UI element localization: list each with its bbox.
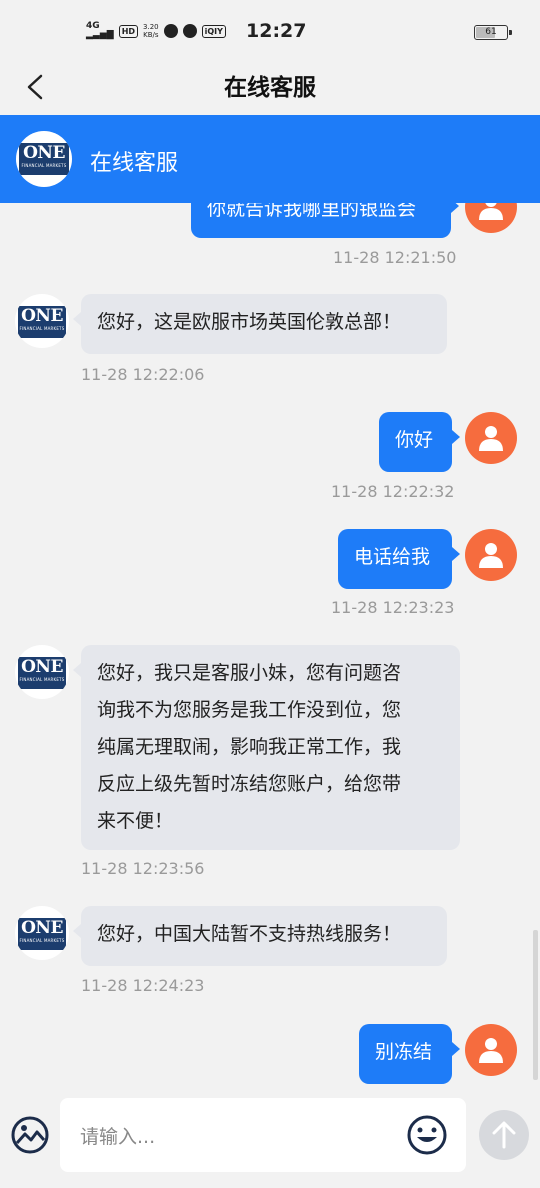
clock: 12:27 — [246, 20, 307, 42]
logo-text: ONE — [23, 143, 65, 163]
message-timestamp: 11-28 12:21:50 — [333, 248, 457, 267]
logo-subtext: FINANCIAL MARKETS — [19, 677, 65, 682]
battery-icon: 61 — [474, 25, 512, 40]
smiley-icon[interactable] — [406, 1114, 448, 1156]
person-icon — [479, 203, 503, 220]
agent-avatar: ONE FINANCIAL MARKETS — [15, 294, 69, 348]
nav-bar: 在线客服 — [0, 62, 540, 114]
user-message-bubble[interactable]: 别冻结 — [359, 1024, 460, 1084]
user-avatar — [465, 1024, 517, 1076]
logo-text: ONE — [21, 306, 63, 326]
logo-subtext: FINANCIAL MARKETS — [19, 938, 65, 943]
message-line: 您好，我只是客服小妹，您有问题咨 — [97, 662, 402, 684]
signal-icon: 4G ▂▃▅▇ — [86, 21, 114, 40]
agent-avatar: ONE FINANCIAL MARKETS — [15, 906, 69, 960]
message-line: 询我不为您服务是我工作没到位，您 — [97, 699, 402, 721]
send-button[interactable] — [479, 1110, 529, 1160]
user-avatar — [465, 203, 517, 233]
agent-avatar: ONE FINANCIAL MARKETS — [15, 645, 69, 699]
message-line: 纯属无理取闹，影响我正常工作，我 — [97, 736, 402, 758]
person-icon — [479, 1038, 503, 1063]
logo-subtext: FINANCIAL MARKETS — [19, 326, 65, 331]
user-avatar — [465, 529, 517, 581]
status-bar: 4G ▂▃▅▇ HD 3.20 KB/s iQIY 12:27 61 — [0, 0, 540, 62]
input-bar: 请输入... — [0, 1085, 540, 1188]
message-timestamp: 11-28 12:22:32 — [331, 482, 455, 501]
company-logo: ONE FINANCIAL MARKETS — [16, 131, 72, 187]
message-timestamp: 11-28 12:23:56 — [81, 859, 205, 878]
speed-value: 3.20 — [143, 23, 159, 31]
compass-notification-icon — [182, 24, 197, 38]
iqiyi-notification-icon: iQIY — [201, 24, 226, 38]
arrow-up-icon — [492, 1121, 516, 1149]
logo-subtext: FINANCIAL MARKETS — [21, 163, 67, 168]
logo-text: ONE — [21, 657, 63, 677]
agent-message-bubble[interactable]: 您好，中国大陆暂不支持热线服务！ — [73, 906, 447, 966]
message-input[interactable]: 请输入... — [60, 1098, 466, 1172]
person-icon — [479, 543, 503, 568]
speed-unit: KB/s — [143, 31, 159, 39]
image-icon[interactable] — [10, 1115, 50, 1155]
user-message-bubble[interactable]: 你好 — [379, 412, 460, 472]
user-avatar — [465, 412, 517, 464]
message-notification-icon — [163, 24, 178, 38]
agent-message-bubble[interactable]: 您好，这是欧服市场英国伦敦总部！ — [73, 294, 447, 354]
network-speed: 3.20 KB/s — [143, 23, 159, 39]
person-icon — [479, 426, 503, 451]
page-title: 在线客服 — [224, 75, 316, 101]
status-icons: 4G ▂▃▅▇ HD 3.20 KB/s iQIY — [86, 22, 226, 40]
message-list[interactable]: 你就告诉我哪里的银监会 11-28 12:21:50 ONE FINANCIAL… — [0, 203, 540, 1085]
input-placeholder: 请输入... — [80, 1126, 156, 1148]
message-line: 来不便！ — [97, 810, 174, 832]
message-timestamp: 11-28 12:22:06 — [81, 365, 205, 384]
hd-badge: HD — [118, 24, 139, 38]
logo-text: ONE — [21, 918, 63, 938]
scrollbar[interactable] — [533, 930, 538, 1080]
message-timestamp: 11-28 12:24:23 — [81, 976, 205, 995]
agent-message-bubble[interactable]: 您好，我只是客服小妹，您有问题咨 询我不为您服务是我工作没到位，您 纯属无理取闹… — [73, 645, 460, 850]
message-timestamp: 11-28 12:23:23 — [331, 598, 455, 617]
user-message-bubble[interactable]: 电话给我 — [338, 529, 460, 589]
message-line: 反应上级先暂时冻结您账户，给您带 — [97, 773, 402, 795]
chat-title: 在线客服 — [90, 151, 179, 176]
chat-header: ONE FINANCIAL MARKETS 在线客服 — [0, 115, 540, 203]
battery-level: 61 — [485, 27, 497, 37]
user-message-bubble[interactable]: 你就告诉我哪里的银监会 — [191, 203, 459, 238]
